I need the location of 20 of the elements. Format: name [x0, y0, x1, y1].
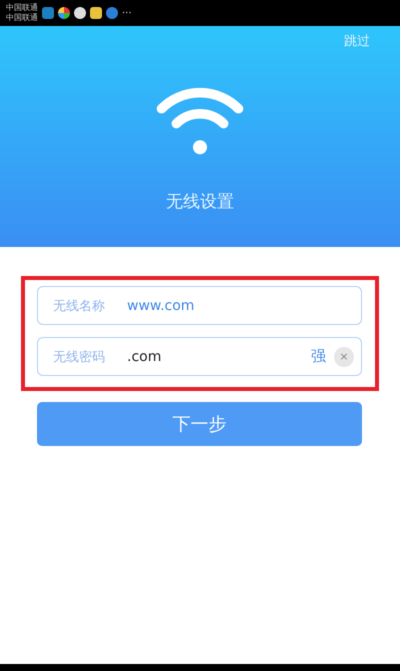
carrier-name: 中国联通	[6, 3, 38, 13]
carrier-name: 中国联通	[6, 13, 38, 23]
skip-link[interactable]: 跳过	[344, 32, 370, 52]
field-label: 无线名称	[53, 298, 106, 314]
field-value: www.com	[127, 298, 196, 314]
next-button[interactable]: 下一步	[37, 402, 362, 446]
more-indicator: ···	[122, 8, 132, 18]
app-icon	[42, 7, 54, 19]
page-title: 无线设置	[166, 191, 234, 213]
clear-button[interactable]: ×	[334, 346, 354, 366]
app-icon	[106, 7, 118, 19]
password-field[interactable]: 无线密码 .com 强 ×	[37, 337, 362, 376]
strength-indicator: 强	[311, 347, 326, 366]
app-icon	[58, 7, 70, 19]
app-icon	[74, 7, 86, 19]
name-field[interactable]: 无线名称 www.com	[37, 286, 362, 325]
field-label: 无线密码	[53, 348, 106, 366]
wifi-icon	[156, 86, 244, 156]
app-icon	[90, 7, 102, 19]
field-value: .com	[127, 348, 162, 364]
